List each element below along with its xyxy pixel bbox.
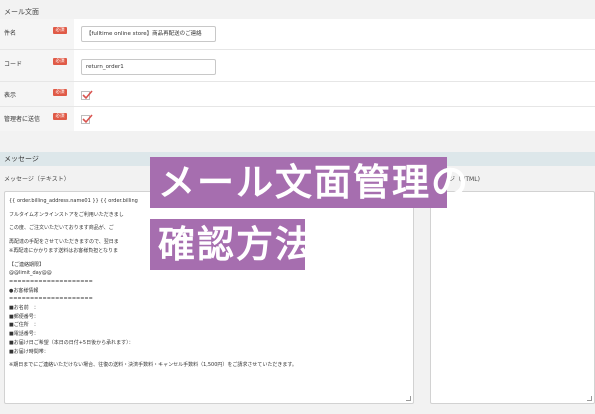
text-line: ■ご住所 ： <box>9 322 39 329</box>
code-label: コード <box>4 61 23 68</box>
required-badge: 必須 <box>53 27 67 34</box>
display-checkbox[interactable] <box>81 90 93 100</box>
display-label: 表示 <box>4 92 17 99</box>
text-line: ※期日までにご連絡いただけない場合、往復の送料・決済手数料・キャンセル手数料（1… <box>9 362 297 369</box>
text-line: ==================== <box>9 296 93 303</box>
text-panel-title: メッセージ（テキスト） <box>4 176 70 183</box>
text-line: ■お届け日ご希望（本日の日付+5日後から承れます）： <box>9 339 134 346</box>
checkmark-icon <box>82 90 93 100</box>
checkmark-icon <box>82 114 93 124</box>
subject-input[interactable]: 【fulltime online store】商品再配送のご連絡 <box>81 26 216 42</box>
bottom-strip <box>0 404 595 414</box>
overlay-title-line1: メール文面管理の <box>150 157 468 208</box>
message-html-area[interactable] <box>430 191 595 404</box>
required-badge: 必須 <box>53 58 67 65</box>
send-admin-label: 管理者に送信 <box>4 116 41 123</box>
text-line: ■郵便番号： <box>9 313 39 320</box>
required-badge: 必須 <box>53 113 67 120</box>
text-line: ●お客様情報 <box>9 287 39 294</box>
resize-handle[interactable] <box>587 396 592 401</box>
text-line: @@limit_day@@ <box>9 270 52 277</box>
required-badge: 必須 <box>53 89 67 96</box>
send-admin-checkbox[interactable] <box>81 114 93 124</box>
row-divider <box>0 106 595 107</box>
text-line: ==================== <box>9 278 93 285</box>
resize-handle[interactable] <box>406 396 411 401</box>
text-line: ■お届け時間帯： <box>9 348 49 355</box>
row-divider <box>0 49 595 50</box>
row-divider <box>0 81 595 82</box>
text-line: ■お名前 ： <box>9 305 39 312</box>
text-line: ■電話番号： <box>9 331 39 338</box>
mail-form: 件名 必須 【fulltime online store】商品再配送のご連絡 コ… <box>0 19 595 131</box>
subject-label: 件名 <box>4 30 17 37</box>
code-input[interactable]: return_order1 <box>81 59 216 75</box>
mail-section-header: メール文面 <box>0 5 595 19</box>
overlay-title-line2: 確認方法 <box>150 219 312 270</box>
